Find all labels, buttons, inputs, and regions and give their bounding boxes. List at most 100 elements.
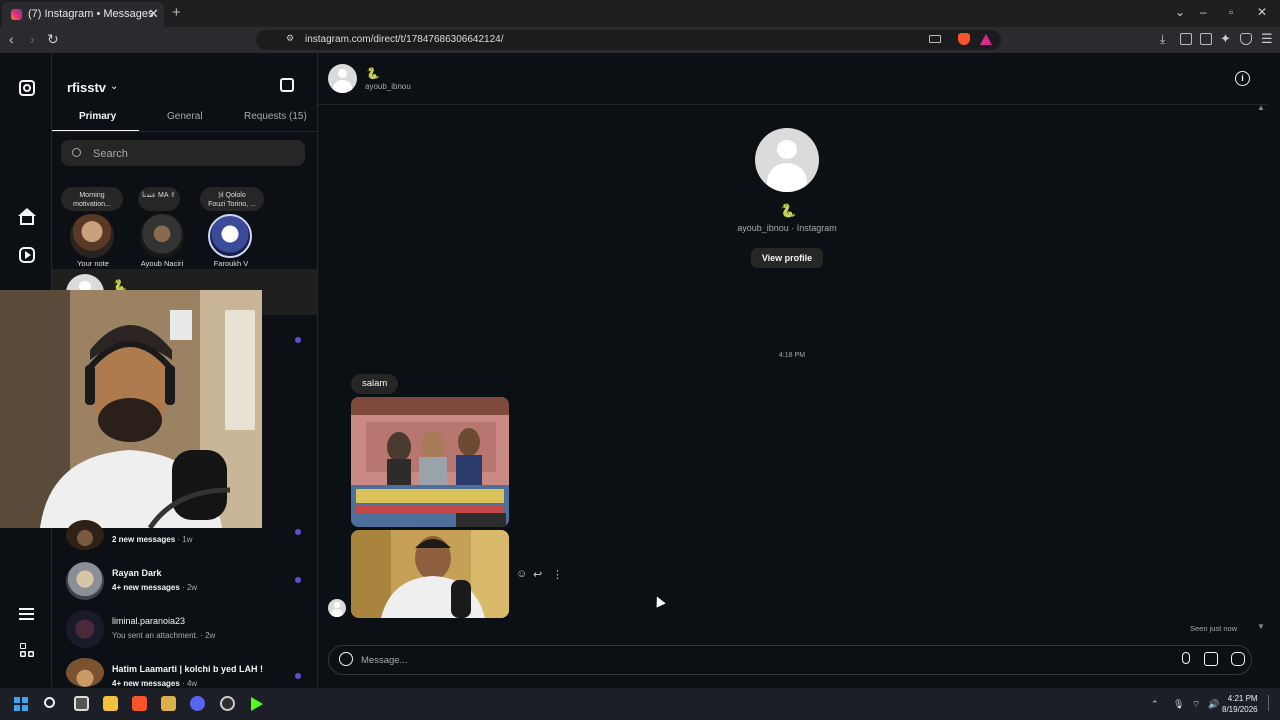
vpn-shield-icon[interactable] — [1240, 33, 1252, 45]
story-name: Faroukh V — [213, 259, 249, 268]
react-emoji-icon[interactable]: ☺ — [516, 568, 527, 580]
new-tab-button[interactable]: + — [172, 4, 181, 21]
sticker-icon[interactable] — [1231, 652, 1245, 666]
reload-icon[interactable]: ↻ — [47, 31, 59, 48]
back-icon[interactable]: ‹ — [9, 31, 14, 47]
active-tab-indicator — [52, 130, 139, 131]
search-icon — [72, 148, 81, 157]
tab-close-icon[interactable]: ✕ — [148, 6, 159, 22]
obs-icon[interactable] — [220, 696, 235, 711]
info-icon[interactable]: i — [1235, 71, 1250, 86]
conversation-preview: 2 new messages · 1w — [112, 535, 193, 544]
more-options-icon[interactable]: ⋮ — [552, 568, 563, 581]
message-timestamp: 4:18 PM — [778, 352, 806, 359]
download-icon[interactable]: ⤓ — [1160, 32, 1165, 47]
chat-avatar[interactable] — [328, 64, 357, 93]
tab-requests[interactable]: Requests (15) — [244, 111, 307, 122]
account-username[interactable]: rfisstv — [67, 80, 106, 95]
conversation-name[interactable]: liminal.paranoia23 — [112, 616, 185, 626]
story-name: Ayoub Naciri — [140, 259, 184, 268]
reply-icon[interactable]: ↩ — [533, 568, 542, 581]
avatar[interactable] — [66, 658, 104, 687]
story-avatar[interactable] — [70, 214, 114, 258]
task-view-icon[interactable] — [74, 696, 89, 711]
profile-avatar[interactable] — [755, 128, 819, 192]
tray-microphone-icon[interactable]: 🎙 — [1173, 699, 1184, 710]
cast-icon[interactable] — [929, 35, 941, 43]
windows-start-icon[interactable] — [14, 697, 28, 711]
chat-username[interactable]: ayoub_ibnou — [365, 82, 411, 91]
home-icon[interactable] — [20, 215, 34, 225]
site-info-icon[interactable]: ⚙ — [286, 33, 294, 44]
also-from-meta-icon[interactable] — [20, 643, 26, 649]
display-name-emoji: 🐍 — [780, 203, 797, 218]
brave-browser-icon[interactable] — [132, 696, 147, 711]
forward-icon[interactable]: › — [30, 31, 35, 47]
unread-dot — [295, 673, 301, 679]
message-bubble[interactable]: salam — [351, 374, 399, 394]
more-menu-icon[interactable] — [19, 608, 34, 610]
tab-list-chevron-icon[interactable]: ⌄ — [1175, 5, 1185, 19]
avatar — [66, 520, 104, 550]
scroll-down-icon[interactable]: ▼ — [1257, 622, 1265, 631]
new-message-icon[interactable] — [280, 78, 294, 92]
note-bubble[interactable]: عندنا MA ✌ — [138, 187, 180, 211]
webcam-overlay — [0, 290, 262, 528]
sidebar-toggle-icon[interactable] — [1180, 33, 1192, 45]
search-placeholder: Search — [93, 148, 128, 160]
maximize-icon[interactable]: ▫ — [1229, 5, 1233, 19]
window-close-icon[interactable]: ✕ — [1257, 5, 1267, 19]
photo-upload-icon[interactable] — [1204, 652, 1218, 666]
conversation-preview: 4+ new messages · 2w — [112, 583, 198, 592]
browser-tab[interactable]: (7) Instagram • Messages ✕ — [2, 2, 164, 27]
file-explorer-icon[interactable] — [103, 696, 118, 711]
instagram-logo-lens — [23, 84, 31, 92]
profile-subtitle: ayoub_ibnou · Instagram — [737, 223, 837, 233]
discord-icon[interactable] — [190, 696, 205, 711]
instagram-favicon-icon — [11, 9, 22, 20]
note-bubble[interactable]: |ıl Qololo Fouzi Torino, ... — [200, 187, 264, 211]
chat-header — [318, 53, 1268, 105]
photo-image — [351, 530, 509, 618]
story-avatar[interactable] — [208, 214, 252, 258]
volume-icon[interactable]: 🔊 — [1208, 699, 1219, 710]
minimize-icon[interactable]: – — [1200, 5, 1207, 19]
brave-rewards-icon[interactable] — [980, 34, 992, 45]
browser-tabbar: (7) Instagram • Messages ✕ + ⌄ – ▫ ✕ — [0, 0, 1280, 27]
url-text[interactable]: instagram.com/direct/t/17847686306642124… — [305, 34, 503, 45]
conversation-name[interactable]: Rayan Dark — [112, 568, 162, 578]
tray-overflow-icon[interactable]: ⌃ — [1151, 699, 1159, 710]
note-bubble[interactable]: Morning motivation... — [61, 187, 123, 211]
show-desktop-button[interactable] — [1268, 695, 1271, 711]
taskbar-search-icon[interactable] — [44, 697, 55, 708]
webcam-feed-image — [0, 290, 262, 528]
story-avatar[interactable] — [140, 214, 184, 258]
emoji-picker-icon[interactable] — [339, 652, 353, 666]
system-clock[interactable]: 4:21 PM 8/19/2026 — [1222, 693, 1258, 715]
avatar[interactable] — [66, 610, 104, 648]
sender-avatar[interactable] — [328, 599, 346, 617]
wallet-icon[interactable] — [1200, 33, 1212, 45]
conversation-name[interactable]: Hatim Laamarti | kolchi b yed LAH ! — [112, 664, 263, 674]
display-name-emoji: 🐍 — [366, 68, 380, 80]
brave-shield-icon[interactable] — [958, 33, 970, 45]
clock-time: 4:21 PM — [1227, 694, 1258, 703]
kick-app-icon[interactable] — [251, 697, 263, 711]
leo-ai-icon[interactable]: ✦ — [1220, 31, 1231, 47]
message-composer[interactable] — [328, 645, 1252, 675]
avatar[interactable] — [66, 562, 104, 600]
tab-primary[interactable]: Primary — [79, 111, 116, 122]
wifi-icon[interactable]: ⌔ — [1192, 699, 1200, 710]
scroll-up-icon[interactable]: ▲ — [1257, 103, 1265, 112]
view-profile-button[interactable]: View profile — [751, 248, 823, 268]
message-photo[interactable] — [351, 530, 509, 618]
photo-image — [351, 397, 509, 527]
tab-general[interactable]: General — [167, 111, 203, 122]
menu-icon[interactable]: ☰ — [1261, 31, 1273, 47]
app-icon[interactable] — [161, 696, 176, 711]
microphone-icon[interactable] — [1182, 652, 1190, 664]
message-input-placeholder[interactable]: Message... — [361, 655, 407, 666]
tab-title: (7) Instagram • Messages — [28, 8, 154, 20]
message-photo[interactable] — [351, 397, 509, 527]
account-switch-chevron-icon[interactable]: ⌄ — [110, 81, 118, 92]
